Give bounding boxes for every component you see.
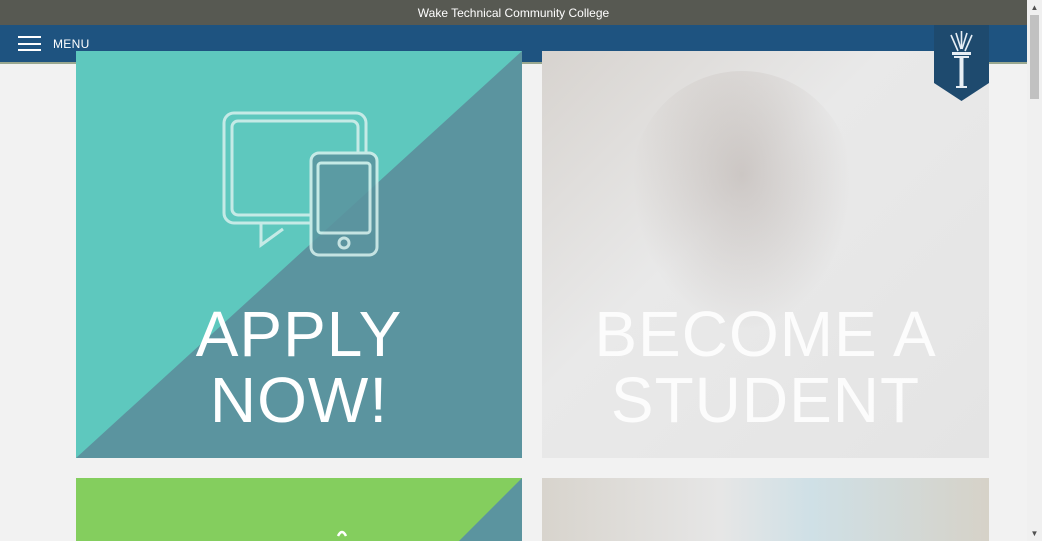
green-tile[interactable] (76, 478, 522, 541)
apply-line-1: APPLY (195, 298, 403, 370)
vertical-scrollbar[interactable]: ▲ ▼ (1027, 0, 1042, 541)
apply-now-tile[interactable]: APPLY NOW! (76, 51, 522, 458)
student-photo (632, 71, 852, 331)
become-student-heading: BECOME A STUDENT (542, 301, 989, 433)
student-line-2: STUDENT (610, 364, 921, 436)
campus-photo-tile[interactable] (542, 478, 989, 541)
apply-line-2: NOW! (209, 364, 389, 436)
apply-now-heading: APPLY NOW! (76, 301, 522, 433)
scroll-thumb[interactable] (1030, 15, 1039, 99)
site-title: Wake Technical Community College (417, 6, 610, 20)
become-student-tile[interactable]: BECOME A STUDENT (542, 51, 989, 458)
green-tile-background (76, 478, 522, 541)
scroll-down-arrow-icon[interactable]: ▼ (1027, 526, 1042, 541)
scroll-up-arrow-icon[interactable]: ▲ (1027, 0, 1042, 15)
wake-tech-logo-icon[interactable] (934, 25, 989, 101)
devices-icon (222, 111, 379, 257)
site-top-bar: Wake Technical Community College (0, 0, 1027, 25)
hamburger-icon (18, 36, 41, 51)
student-line-1: BECOME A (594, 298, 937, 370)
menu-label: MENU (53, 36, 90, 51)
